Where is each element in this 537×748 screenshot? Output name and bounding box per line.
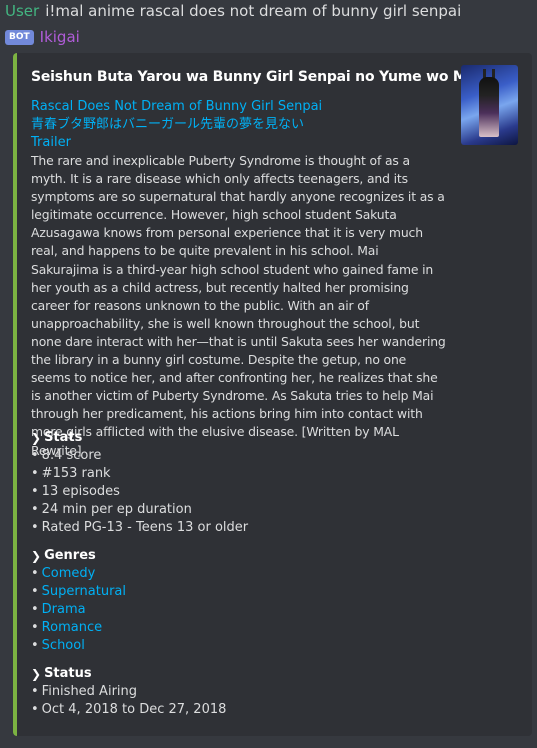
genres-section: ❯ Genres • Comedy • Supernatural • Drama • R… [31,547,126,655]
stat-item: • #153 rank [31,466,111,481]
genre-item: • School [31,638,85,653]
genre-item: • Supernatural [31,584,126,599]
command-text: i!mal anime rascal does not dream of bun… [45,2,462,20]
genre-link[interactable]: Romance [42,620,102,635]
bot-tag: BOT [5,29,34,45]
status-item: • Oct 4, 2018 to Dec 27, 2018 [31,702,227,717]
stats-title-text: Stats [44,430,83,445]
embed-title: Seishun Buta Yarou wa Bunny Girl Senpai … [31,69,495,85]
chevron-right-icon: ❯ [31,667,42,681]
genres-title: ❯ Genres [31,547,126,565]
stat-item: • Rated PG-13 - Teens 13 or older [31,520,249,535]
anime-embed: Seishun Buta Yarou wa Bunny Girl Senpai … [13,53,532,736]
stats-section: ❯ Stats • 8.4 score • #153 rank • 13 episod… [31,429,248,537]
english-title-link[interactable]: Rascal Does Not Dream of Bunny Girl Senp… [31,98,322,116]
user-message: User i!mal anime rascal does not dream of… [5,1,461,21]
status-item: • Finished Airing [31,684,138,699]
japanese-title-link[interactable]: 青春ブタ野郎はバニーガール先輩の夢を見ない [31,116,322,134]
bot-name[interactable]: Ikigai [40,27,80,47]
status-title-text: Status [44,666,92,681]
genres-title-text: Genres [44,548,96,563]
genre-link[interactable]: School [42,638,85,653]
title-links: Rascal Does Not Dream of Bunny Girl Senp… [31,98,322,152]
genre-link[interactable]: Supernatural [42,584,126,599]
trailer-link[interactable]: Trailer [31,134,322,152]
bot-header: BOT Ikigai [5,27,80,47]
stat-item: • 24 min per ep duration [31,502,192,517]
genre-item: • Romance [31,620,103,635]
genre-link[interactable]: Drama [42,602,86,617]
username[interactable]: User [5,2,39,20]
chevron-right-icon: ❯ [31,549,42,563]
status-section: ❯ Status • Finished Airing • Oct 4, 2018 t… [31,665,226,719]
genre-link[interactable]: Comedy [42,566,96,581]
status-title: ❯ Status [31,665,226,683]
chevron-right-icon: ❯ [31,431,42,445]
stats-title: ❯ Stats [31,429,248,447]
stat-item: • 8.4 score [31,448,102,463]
character-figure [479,77,499,137]
anime-thumbnail[interactable] [461,65,518,145]
stat-item: • 13 episodes [31,484,120,499]
genre-item: • Drama [31,602,86,617]
genre-item: • Comedy [31,566,96,581]
synopsis: The rare and inexplicable Puberty Syndro… [31,153,446,458]
